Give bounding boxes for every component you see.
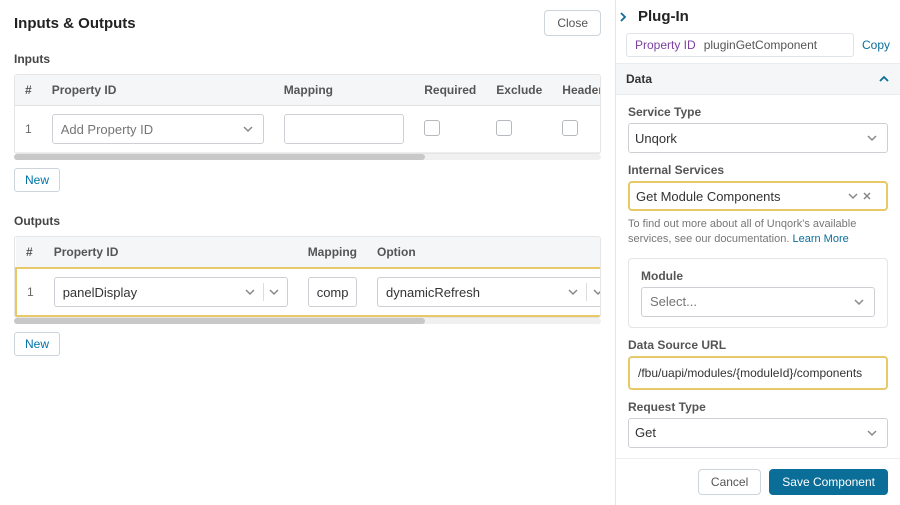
- inputs-row-idx: 1: [15, 106, 42, 153]
- inputs-col-property: Property ID: [42, 75, 274, 106]
- data-section-header[interactable]: Data: [616, 63, 900, 95]
- data-section-title: Data: [626, 72, 652, 86]
- service-type-label: Service Type: [628, 105, 888, 119]
- module-dropdown[interactable]: [641, 287, 875, 317]
- outputs-row-idx: 1: [16, 268, 44, 316]
- module-input[interactable]: [648, 293, 850, 310]
- inputs-col-mapping: Mapping: [274, 75, 415, 106]
- property-id-box: Property ID pluginGetComponent: [626, 33, 854, 57]
- service-type-value: Unqork: [635, 131, 863, 146]
- inputs-table: # Property ID Mapping Required Exclude H…: [15, 75, 601, 153]
- chevron-down-icon: [850, 293, 868, 311]
- outputs-col-idx: #: [16, 237, 44, 268]
- module-block: Module: [628, 258, 888, 328]
- outputs-property-input[interactable]: [61, 284, 241, 301]
- outputs-property-dropdown[interactable]: [54, 277, 288, 307]
- property-id-label: Property ID: [635, 38, 696, 52]
- outputs-table: # Property ID Mapping Option Header 1: [15, 237, 601, 317]
- clear-icon[interactable]: [862, 191, 880, 201]
- chevron-down-icon: [586, 283, 601, 301]
- internal-services-label: Internal Services: [628, 163, 888, 177]
- inputs-col-idx: #: [15, 75, 42, 106]
- outputs-hscroll[interactable]: [14, 318, 601, 324]
- chevron-down-icon: [844, 187, 862, 205]
- chevron-down-icon: [239, 120, 257, 138]
- outputs-option-input[interactable]: [384, 284, 564, 301]
- io-title: Inputs & Outputs: [14, 15, 136, 32]
- inputs-col-exclude: Exclude: [486, 75, 552, 106]
- table-row: 1: [15, 106, 601, 153]
- io-header: Inputs & Outputs Close: [14, 10, 601, 36]
- outputs-col-property: Property ID: [44, 237, 298, 268]
- outputs-mapping-input[interactable]: [308, 277, 357, 307]
- inputs-required-checkbox[interactable]: [424, 120, 440, 136]
- chevron-down-icon: [863, 129, 881, 147]
- outputs-col-mapping: Mapping: [298, 237, 367, 268]
- data-section-body: Service Type Unqork Internal Services Ge…: [616, 95, 900, 458]
- inputs-property-dropdown[interactable]: [52, 114, 264, 144]
- request-type-label: Request Type: [628, 400, 888, 414]
- inputs-outputs-panel: Inputs & Outputs Close Inputs # Property…: [0, 0, 616, 505]
- cancel-button[interactable]: Cancel: [698, 469, 761, 495]
- table-row: 1: [16, 268, 601, 316]
- chevron-down-icon: [863, 424, 881, 442]
- io-section-header: Inputs & Outputs Edit: [628, 448, 888, 458]
- outputs-new-button[interactable]: New: [14, 332, 60, 356]
- outputs-label: Outputs: [14, 214, 601, 228]
- learn-more-link[interactable]: Learn More: [792, 233, 848, 245]
- inputs-mapping-input[interactable]: [284, 114, 405, 144]
- chevron-down-icon: [564, 283, 582, 301]
- plugin-title: Plug-In: [638, 8, 689, 25]
- inputs-label: Inputs: [14, 52, 601, 66]
- internal-services-dropdown[interactable]: Get Module Components: [628, 181, 888, 211]
- plugin-header: Plug-In: [616, 0, 900, 29]
- request-type-value: Get: [635, 425, 863, 440]
- close-button[interactable]: Close: [544, 10, 601, 36]
- outputs-col-option: Option: [367, 237, 601, 268]
- plugin-footer: Cancel Save Component: [616, 458, 900, 505]
- inputs-new-button[interactable]: New: [14, 168, 60, 192]
- property-id-value: pluginGetComponent: [704, 38, 817, 52]
- outputs-option-dropdown[interactable]: [377, 277, 601, 307]
- data-source-label: Data Source URL: [628, 338, 888, 352]
- inputs-col-required: Required: [414, 75, 486, 106]
- inputs-exclude-checkbox[interactable]: [496, 120, 512, 136]
- internal-services-value: Get Module Components: [636, 189, 844, 204]
- outputs-table-wrap: # Property ID Mapping Option Header 1: [14, 236, 601, 318]
- save-component-button[interactable]: Save Component: [769, 469, 888, 495]
- inputs-property-input[interactable]: [59, 121, 239, 138]
- inputs-col-header: Header: [552, 75, 601, 106]
- chevron-down-icon: [241, 283, 259, 301]
- inputs-header-checkbox[interactable]: [562, 120, 578, 136]
- chevron-down-icon: [263, 283, 281, 301]
- request-type-dropdown[interactable]: Get: [628, 418, 888, 448]
- data-source-url-input[interactable]: [628, 356, 888, 390]
- chevron-up-icon: [878, 73, 890, 85]
- inputs-hscroll[interactable]: [14, 154, 601, 160]
- copy-link[interactable]: Copy: [862, 38, 890, 52]
- property-id-row: Property ID pluginGetComponent Copy: [616, 29, 900, 63]
- inputs-table-wrap: # Property ID Mapping Required Exclude H…: [14, 74, 601, 154]
- chevron-right-icon[interactable]: [618, 12, 632, 22]
- module-label: Module: [641, 269, 875, 283]
- service-type-dropdown[interactable]: Unqork: [628, 123, 888, 153]
- plugin-panel: Plug-In Property ID pluginGetComponent C…: [616, 0, 900, 505]
- services-help-text: To find out more about all of Unqork's a…: [628, 217, 888, 248]
